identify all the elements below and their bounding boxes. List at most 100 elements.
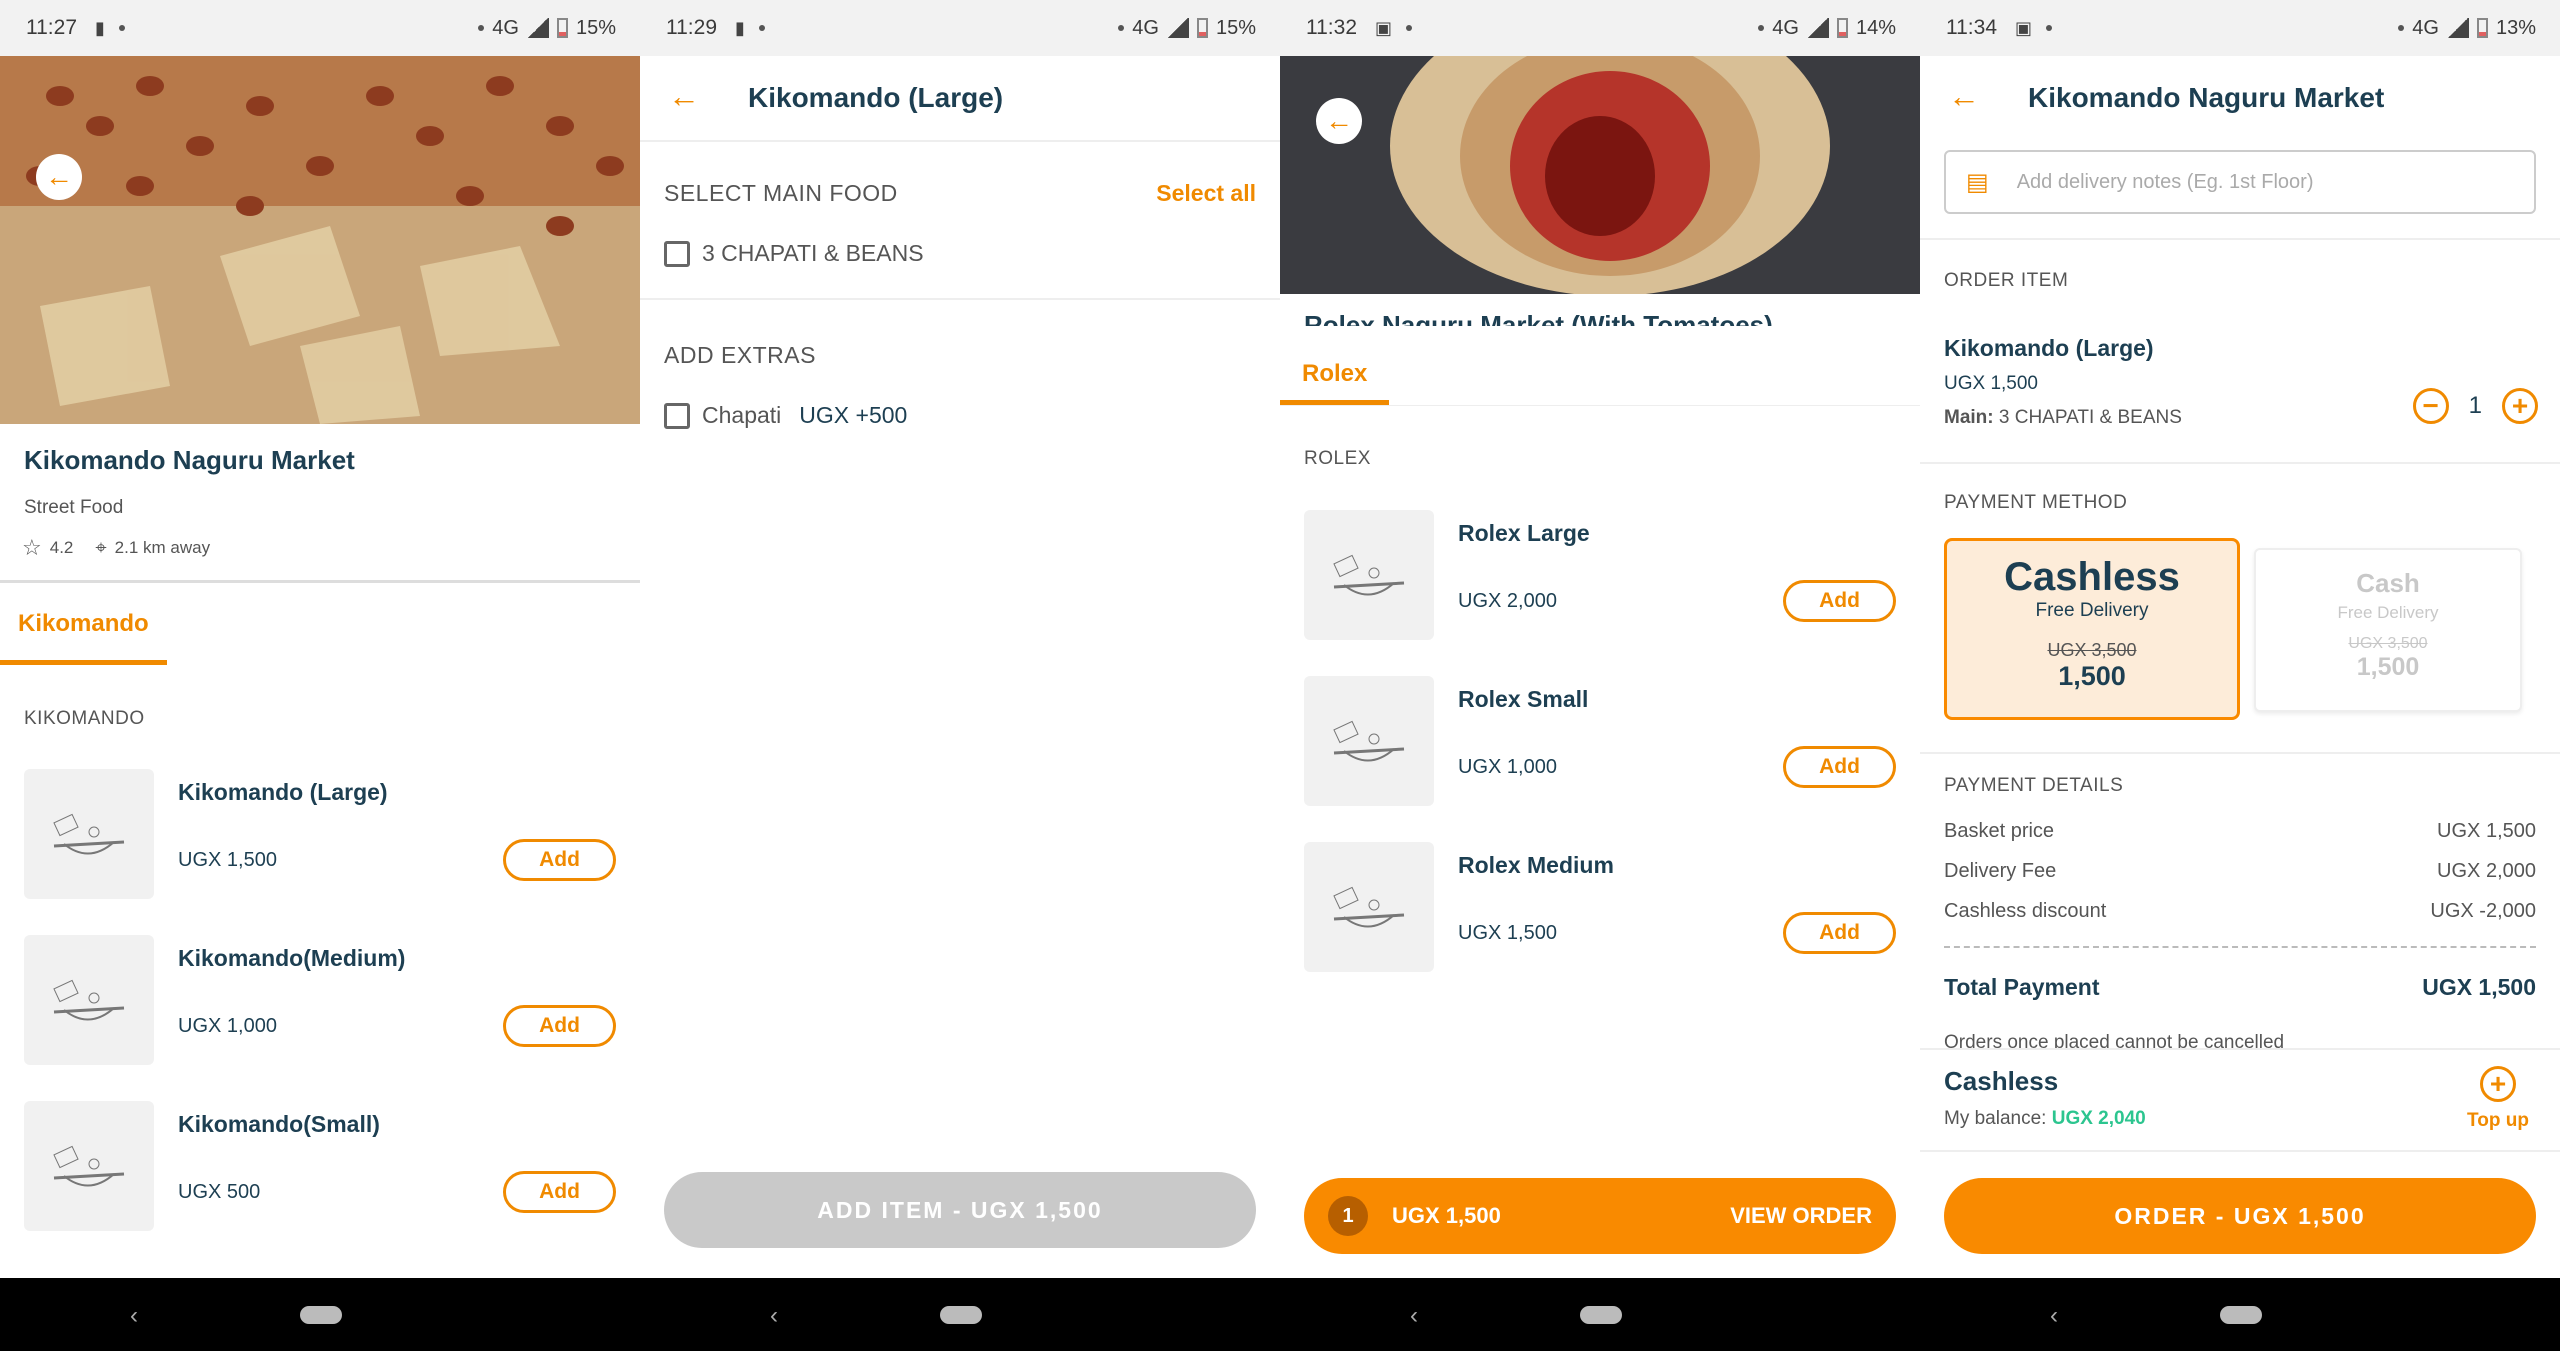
menu-item[interactable]: Rolex Large UGX 2,000 Add bbox=[1304, 510, 1896, 640]
distance: 2.1 km away bbox=[114, 538, 211, 557]
nav-back-icon[interactable]: ‹ bbox=[2050, 1302, 2058, 1330]
add-circle-icon: + bbox=[2480, 1066, 2516, 1102]
image-icon: ▣ bbox=[2015, 17, 2033, 38]
restaurant-hero-image: ← bbox=[0, 56, 640, 424]
nav-home-pill[interactable] bbox=[940, 1306, 982, 1324]
food-placeholder-icon bbox=[1304, 510, 1434, 640]
nav-back-icon[interactable]: ‹ bbox=[1410, 1302, 1418, 1330]
detail-label: Cashless discount bbox=[1944, 900, 2107, 922]
quantity-value: 1 bbox=[2468, 392, 2482, 419]
network-label: 4G bbox=[2412, 16, 2439, 39]
back-arrow-icon[interactable]: ← bbox=[668, 78, 700, 115]
divider bbox=[1920, 752, 2560, 754]
status-time: 11:27 bbox=[26, 16, 77, 39]
delivery-notes-input[interactable]: ▤ Add delivery notes (Eg. 1st Floor) bbox=[1944, 150, 2536, 214]
screen-rolex-menu: 11:32 ▣ 4G 14% ← Rolex Naguru Market (Wi… bbox=[1280, 0, 1920, 1278]
main-key: Main: bbox=[1944, 407, 1994, 428]
add-button[interactable]: Add bbox=[1783, 912, 1896, 954]
category-tabs: Rolex bbox=[1280, 326, 1920, 406]
back-button[interactable]: ← bbox=[36, 154, 82, 200]
nav-segment: ‹ bbox=[640, 1278, 1280, 1351]
main-value: 3 CHAPATI & BEANS bbox=[1998, 407, 2182, 428]
cart-count-badge: 1 bbox=[1328, 1196, 1368, 1236]
nav-home-pill[interactable] bbox=[300, 1306, 342, 1324]
restaurant-title-partial: Rolex Naguru Market (With Tomatoes) bbox=[1304, 306, 1904, 326]
total-value: UGX 1,500 bbox=[2422, 974, 2536, 1000]
status-bar: 11:27 ▮ 4G 15% bbox=[0, 0, 640, 56]
location-pin-icon: ⌖ bbox=[95, 536, 107, 559]
item-price: UGX 500 bbox=[178, 1181, 261, 1203]
main-option-checkbox[interactable] bbox=[664, 240, 690, 267]
network-label: 4G bbox=[1772, 16, 1799, 39]
wallet-balance: My balance: UGX 2,040 bbox=[1944, 1108, 2146, 1130]
divider bbox=[1920, 1048, 2560, 1050]
detail-label: Basket price bbox=[1944, 820, 2055, 842]
divider bbox=[640, 298, 1280, 300]
add-button[interactable]: Add bbox=[1783, 746, 1896, 788]
tab-rolex[interactable]: Rolex bbox=[1280, 360, 1390, 405]
quantity-stepper: − 1 + bbox=[2412, 388, 2538, 424]
nav-segment: ‹ bbox=[0, 1278, 640, 1351]
menu-item[interactable]: Rolex Medium UGX 1,500 Add bbox=[1304, 842, 1896, 972]
add-item-button[interactable]: ADD ITEM - UGX 1,500 bbox=[664, 1172, 1256, 1248]
screen-item-options: 11:29 ▮ 4G 15% ← Kikomando (Large) SELEC… bbox=[640, 0, 1280, 1278]
item-price: UGX 2,000 bbox=[1458, 590, 1557, 612]
menu-item[interactable]: Kikomando(Small) UGX 500 Add bbox=[24, 1101, 616, 1231]
item-price: UGX 1,500 bbox=[178, 849, 277, 871]
payment-option-cashless[interactable]: Cashless Free Delivery UGX 3,500 1,500 bbox=[1944, 538, 2240, 720]
add-button[interactable]: Add bbox=[503, 1005, 616, 1047]
battery-level: 13% bbox=[2495, 16, 2536, 39]
extra-option-checkbox[interactable] bbox=[664, 402, 690, 429]
detail-value: UGX 1,500 bbox=[2437, 820, 2536, 842]
notification-dot-icon bbox=[478, 25, 485, 31]
cashless-delivery: Free Delivery bbox=[2035, 600, 2149, 621]
add-button[interactable]: Add bbox=[503, 1171, 616, 1213]
item-price: UGX 1,000 bbox=[178, 1015, 277, 1037]
nav-home-pill[interactable] bbox=[2220, 1306, 2262, 1324]
add-button[interactable]: Add bbox=[1783, 580, 1896, 622]
nav-back-icon[interactable]: ‹ bbox=[130, 1302, 138, 1330]
nav-back-icon[interactable]: ‹ bbox=[770, 1302, 778, 1330]
extra-option-row[interactable]: Chapati UGX +500 bbox=[664, 402, 907, 429]
back-arrow-icon[interactable]: ← bbox=[1948, 78, 1980, 115]
order-item-price: UGX 1,500 bbox=[1944, 373, 2038, 394]
menu-item[interactable]: Kikomando(Medium) UGX 1,000 Add bbox=[24, 935, 616, 1065]
app-bar: ← Kikomando Naguru Market bbox=[1920, 56, 2560, 142]
order-button[interactable]: ORDER - UGX 1,500 bbox=[1944, 1178, 2536, 1254]
notification-dot-icon bbox=[1758, 25, 1765, 31]
back-button[interactable]: ← bbox=[1316, 98, 1362, 144]
cash-delivery: Free Delivery bbox=[2337, 603, 2439, 622]
image-icon: ▣ bbox=[1375, 17, 1393, 38]
battery-icon bbox=[556, 18, 568, 38]
food-placeholder-icon bbox=[1304, 842, 1434, 972]
food-photo-rolex bbox=[1280, 56, 1920, 294]
signal-icon bbox=[1806, 18, 1829, 38]
item-name: Kikomando (Large) bbox=[178, 779, 388, 805]
battery-alert-icon: ▮ bbox=[95, 17, 105, 38]
view-order-bar[interactable]: 1 UGX 1,500 VIEW ORDER bbox=[1304, 1178, 1896, 1254]
screen-restaurant-menu: 11:27 ▮ 4G 15% ← Kikomando Naguru Market… bbox=[0, 0, 640, 1278]
select-all-link[interactable]: Select all bbox=[1156, 180, 1256, 207]
tab-kikomando[interactable]: Kikomando bbox=[0, 610, 167, 665]
plus-icon[interactable]: + bbox=[2502, 388, 2538, 424]
main-option-label: 3 CHAPATI & BEANS bbox=[702, 240, 924, 266]
screen-checkout: 11:34 ▣ 4G 13% ← Kikomando Naguru Market… bbox=[1920, 0, 2560, 1278]
notes-placeholder: Add delivery notes (Eg. 1st Floor) bbox=[2016, 170, 2314, 193]
item-name: Rolex Medium bbox=[1458, 852, 1614, 878]
add-button[interactable]: Add bbox=[503, 839, 616, 881]
divider bbox=[1920, 462, 2560, 464]
status-bar: 11:32 ▣ 4G 14% bbox=[1280, 0, 1920, 56]
payment-option-cash[interactable]: Cash Free Delivery UGX 3,500 1,500 bbox=[2254, 548, 2522, 712]
food-placeholder-icon bbox=[24, 1101, 154, 1231]
menu-item[interactable]: Rolex Small UGX 1,000 Add bbox=[1304, 676, 1896, 806]
nav-segment: ‹ bbox=[1280, 1278, 1920, 1351]
battery-level: 15% bbox=[575, 16, 616, 39]
detail-row-delivery: Delivery Fee UGX 2,000 bbox=[1944, 860, 2536, 883]
top-up-button[interactable]: + Top up bbox=[2458, 1066, 2538, 1132]
nav-home-pill[interactable] bbox=[1580, 1306, 1622, 1324]
menu-item[interactable]: Kikomando (Large) UGX 1,500 Add bbox=[24, 769, 616, 899]
food-placeholder-icon bbox=[1304, 676, 1434, 806]
main-option-row[interactable]: 3 CHAPATI & BEANS bbox=[664, 240, 924, 267]
battery-icon bbox=[2476, 18, 2488, 38]
minus-icon[interactable]: − bbox=[2412, 388, 2449, 424]
